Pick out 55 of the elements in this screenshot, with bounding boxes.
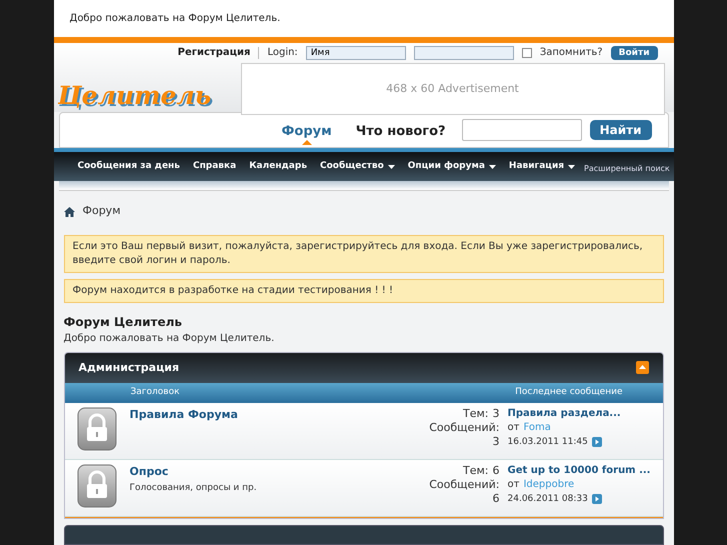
threads-count: 6 — [492, 464, 500, 478]
remember-checkbox[interactable] — [522, 48, 532, 58]
forum-subtitle: Добро пожаловать на Форум Целитель. — [64, 332, 276, 346]
password-field[interactable] — [414, 46, 514, 60]
forum-link[interactable]: Опрос — [130, 464, 420, 480]
login-label: Login: — [267, 46, 298, 60]
notice-message: Форум находится в разработке на стадии тестирования ! ! ! — [64, 278, 664, 303]
nav-tab[interactable]: Что нового? — [356, 124, 446, 140]
home-icon[interactable] — [64, 206, 74, 216]
welcome-text: Добро пожаловать на Форум Целитель. — [70, 12, 280, 26]
username-field[interactable]: Имя — [306, 46, 406, 60]
by-label: от — [508, 478, 520, 492]
advanced-search-link[interactable]: Расширенный поиск — [584, 162, 670, 175]
go-to-post-icon[interactable] — [592, 436, 602, 447]
navbar-item[interactable]: Опции форума — [408, 160, 496, 174]
posts-label: Сообщений: — [429, 420, 500, 435]
lock-icon — [76, 464, 116, 508]
navbar-item[interactable]: Сообщество — [320, 160, 395, 174]
login-button[interactable]: Войти — [610, 46, 658, 60]
threads-count: 3 — [492, 406, 500, 421]
ad-text: 468 x 60 Advertisement — [386, 81, 519, 98]
column-title: Заголовок — [130, 386, 180, 399]
caret-icon — [488, 164, 496, 169]
by-label: от — [508, 420, 520, 435]
nav-tab[interactable]: Форум — [282, 124, 332, 140]
posts-count: 6 — [492, 492, 500, 506]
forum-title: Форум Целитель — [64, 314, 183, 331]
navbar-item[interactable]: Календарь — [249, 160, 308, 174]
lock-icon — [76, 406, 116, 451]
caret-icon — [568, 164, 576, 169]
navbar-item[interactable]: Сообщения за день — [78, 160, 180, 174]
last-post-link[interactable]: Get up to 10000 forum ... — [508, 464, 650, 478]
breadcrumb-link[interactable]: Форум — [82, 203, 120, 220]
search-button[interactable]: Найти — [590, 120, 652, 140]
caret-icon — [388, 164, 395, 169]
post-date: 16.03.2011 11:45 — [508, 436, 588, 449]
navbar-item[interactable]: Справка — [192, 160, 236, 174]
forum-description: Голосования, опросы и пр. — [130, 482, 258, 496]
search-field[interactable] — [462, 119, 582, 142]
notice-message: Если это Ваш первый визит, пожалуйста, зарегистрируйтесь для входа. Если Вы уже зарегистрировались, введите свой логин и пароль. — [64, 234, 664, 273]
remember-label: Запомнить? — [540, 46, 603, 60]
posts-label: Сообщений: — [429, 478, 500, 492]
threads-label: Тем: — [463, 406, 488, 421]
forum-link[interactable]: Правила Форума — [130, 406, 420, 424]
last-post-link[interactable]: Правила раздела... — [508, 406, 621, 421]
register-link[interactable]: Регистрация — [178, 45, 250, 60]
column-title: Последнее сообщение — [515, 386, 622, 399]
navbar-item[interactable]: Навигация — [508, 160, 576, 174]
go-to-post-icon[interactable] — [592, 494, 602, 504]
threads-label: Тем: — [463, 464, 488, 478]
logo-text: Целитель — [58, 81, 212, 110]
collapse-icon[interactable] — [636, 361, 648, 374]
post-date: 24.06.2011 08:33 — [508, 492, 588, 506]
category-title: Администрация — [78, 360, 180, 376]
posts-count: 3 — [492, 434, 500, 449]
